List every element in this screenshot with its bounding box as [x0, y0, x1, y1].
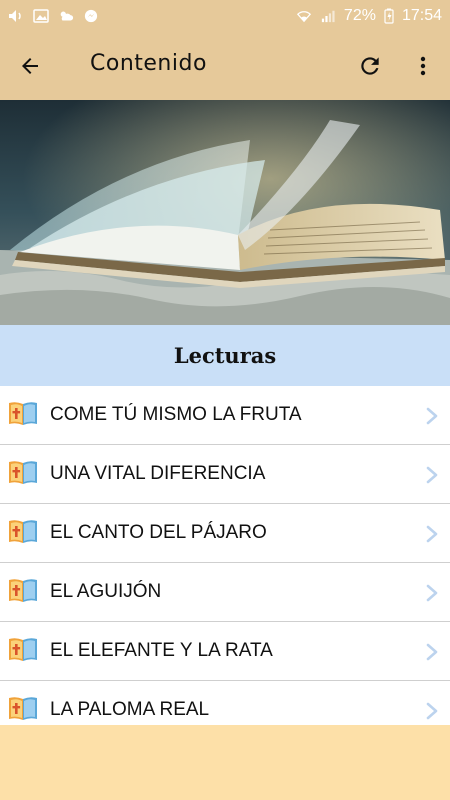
status-system: 72% 17:54 — [296, 7, 442, 25]
status-bar: 72% 17:54 — [0, 0, 450, 31]
book-cross-icon — [9, 638, 37, 661]
chevron-right-icon — [426, 407, 438, 425]
book-cross-icon — [9, 461, 37, 484]
chevron-right-icon — [426, 584, 438, 602]
refresh-button[interactable] — [352, 48, 388, 84]
wifi-icon — [296, 10, 311, 22]
status-notifications — [8, 8, 99, 23]
list-item-label: COME TÚ MISMO LA FRUTA — [50, 404, 302, 425]
list-item-label: EL ELEFANTE Y LA RATA — [50, 640, 273, 661]
battery-percent: 72% — [343, 6, 376, 24]
list-item-label: EL AGUIJÓN — [50, 581, 162, 602]
chevron-right-icon — [426, 643, 438, 661]
back-button[interactable] — [12, 48, 48, 84]
list-item-label: LA PALOMA REAL — [50, 699, 210, 720]
more-vertical-icon — [420, 56, 426, 76]
list-item[interactable]: LA PALOMA REAL — [0, 681, 450, 725]
more-options-button[interactable] — [405, 48, 441, 84]
volume-icon — [9, 9, 21, 22]
page-title: Contenido — [90, 51, 207, 76]
hero-book-image — [0, 100, 450, 325]
book-cross-icon — [9, 402, 37, 425]
list-item-label: EL CANTO DEL PÁJARO — [50, 522, 267, 543]
list-item[interactable]: UNA VITAL DIFERENCIA — [0, 445, 450, 504]
section-header: Lecturas — [0, 325, 450, 386]
refresh-icon — [361, 57, 379, 75]
section-title: Lecturas — [173, 343, 277, 368]
book-cross-icon — [9, 697, 37, 720]
list-item-label: UNA VITAL DIFERENCIA — [50, 463, 266, 484]
open-book-illustration — [0, 100, 450, 325]
list-item[interactable]: COME TÚ MISMO LA FRUTA — [0, 386, 450, 445]
battery-charging-icon — [384, 8, 394, 24]
list-item[interactable]: EL ELEFANTE Y LA RATA — [0, 622, 450, 681]
signal-icon — [321, 10, 335, 22]
chevron-right-icon — [426, 525, 438, 543]
book-cross-icon — [9, 579, 37, 602]
weather-icon — [60, 11, 74, 20]
footer-area — [0, 725, 450, 800]
chevron-right-icon — [426, 702, 438, 720]
readings-list: COME TÚ MISMO LA FRUTA UNA VITAL DIFEREN… — [0, 386, 450, 725]
messenger-icon — [84, 9, 98, 22]
list-item[interactable]: EL CANTO DEL PÁJARO — [0, 504, 450, 563]
list-item[interactable]: EL AGUIJÓN — [0, 563, 450, 622]
image-icon — [33, 8, 49, 23]
chevron-right-icon — [426, 466, 438, 484]
book-cross-icon — [9, 520, 37, 543]
arrow-left-icon — [22, 58, 38, 74]
clock: 17:54 — [401, 6, 442, 24]
app-bar: Contenido — [0, 31, 450, 100]
